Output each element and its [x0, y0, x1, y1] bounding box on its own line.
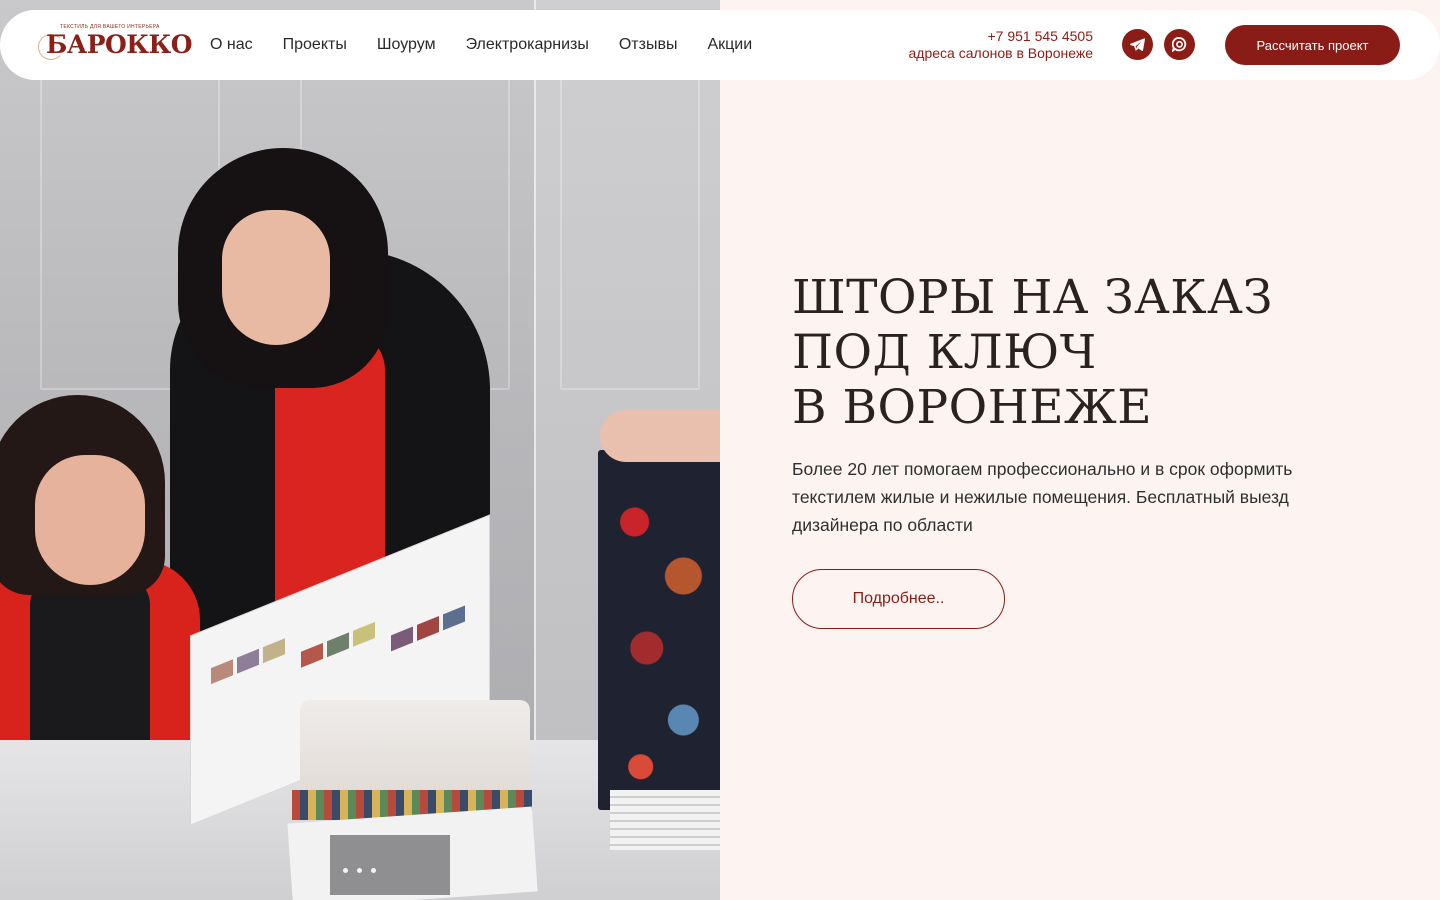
fabric-stack — [610, 790, 720, 850]
slider-dots — [343, 868, 376, 873]
hero-title-line: ПОД КЛЮЧ — [792, 325, 1097, 380]
chat-icon — [1172, 37, 1187, 52]
hero-description: Более 20 лет помогаем профессионально и … — [792, 459, 1293, 535]
contacts: +7 951 545 4505 адреса салонов в Воронеж… — [909, 28, 1093, 62]
calculate-project-button[interactable]: Рассчитать проект — [1225, 25, 1400, 65]
hero-title-line: ШТОРЫ НА ЗАКАЗ — [792, 270, 1273, 325]
main-nav: О нас Проекты Шоурум Электрокарнизы Отзы… — [210, 10, 752, 80]
telegram-button[interactable] — [1122, 29, 1153, 60]
logo[interactable]: ТЕКСТИЛЬ ДЛЯ ВАШЕГО ИНТЕРЬЕРА БАРОККО — [38, 24, 193, 68]
hero-title-line: В ВОРОНЕЖЕ — [792, 380, 1153, 435]
nav-item-about[interactable]: О нас — [210, 36, 253, 54]
logo-text: БАРОККО — [46, 30, 193, 59]
face — [35, 455, 145, 585]
slider-dot[interactable] — [371, 868, 376, 873]
nav-item-electric-cornices[interactable]: Электрокарнизы — [466, 36, 589, 54]
slider-dot[interactable] — [343, 868, 348, 873]
site-header: ТЕКСТИЛЬ ДЛЯ ВАШЕГО ИНТЕРЬЕРА БАРОККО О … — [0, 10, 1440, 80]
patterned-fabric — [598, 450, 720, 810]
wall-molding — [560, 60, 700, 390]
phone-link[interactable]: +7 951 545 4505 — [909, 28, 1094, 45]
chat-button[interactable] — [1164, 29, 1195, 60]
nav-item-promotions[interactable]: Акции — [707, 36, 752, 54]
nav-item-showroom[interactable]: Шоурум — [377, 36, 436, 54]
catalog-image — [330, 835, 450, 895]
nav-item-projects[interactable]: Проекты — [283, 36, 347, 54]
salon-addresses-link[interactable]: адреса салонов в Воронеже — [909, 45, 1093, 62]
nav-item-reviews[interactable]: Отзывы — [619, 36, 678, 54]
telegram-icon — [1130, 38, 1145, 51]
more-button[interactable]: Подробнее.. — [792, 569, 1005, 629]
slider-dot[interactable] — [357, 868, 362, 873]
face — [222, 210, 330, 345]
hero-photo — [0, 0, 720, 900]
hero-title: ШТОРЫ НА ЗАКАЗ ПОД КЛЮЧ В ВОРОНЕЖЕ — [792, 270, 1392, 435]
hand — [600, 410, 720, 462]
